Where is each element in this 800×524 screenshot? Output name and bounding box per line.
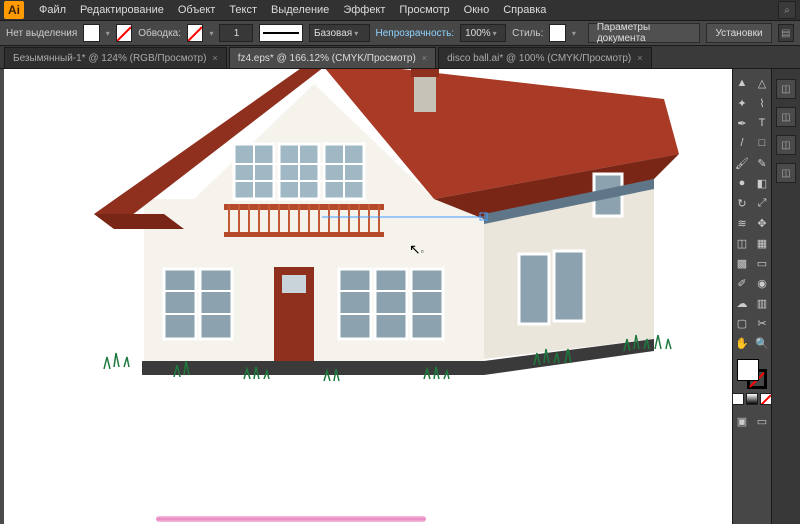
stroke-swatch[interactable] <box>187 24 203 42</box>
stroke-label: Обводка: <box>138 28 181 39</box>
document-tabs: Безымянный-1* @ 124% (RGB/Просмотр)×fz4.… <box>0 46 800 69</box>
menu-Справка[interactable]: Справка <box>496 1 553 19</box>
zoom-tool[interactable]: 🔍 <box>752 333 772 353</box>
menu-bar: Ai ФайлРедактированиеОбъектТекстВыделени… <box>0 0 800 21</box>
change-screen-tool[interactable]: ▭ <box>752 411 772 431</box>
panel-menu-icon[interactable]: ▤ <box>778 24 794 42</box>
app-logo: Ai <box>4 1 24 19</box>
rotate-tool[interactable]: ↻ <box>732 193 752 213</box>
stroke-profile[interactable] <box>259 24 303 42</box>
collapsed-panels: ◫ ◫ ◫ ◫ <box>771 69 800 524</box>
symbol-tool[interactable]: ☁ <box>732 293 752 313</box>
style-swatch[interactable] <box>549 24 565 42</box>
style-dropdown[interactable]: ▾ <box>572 29 576 38</box>
artboard-tool[interactable]: ▢ <box>732 313 752 333</box>
tools-panel: ▲△✦⌇✒T/□🖌✎●◧↻⤢≋✥◫▦▩▭✐◉☁▥▢✂✋🔍▣▭ <box>732 69 771 524</box>
lasso-tool[interactable]: ⌇ <box>752 93 772 113</box>
opacity-label: Непрозрачность: <box>376 28 455 39</box>
direct-select-tool[interactable]: △ <box>752 73 772 93</box>
graph-tool[interactable]: ▥ <box>752 293 772 313</box>
menu-Файл[interactable]: Файл <box>32 1 73 19</box>
magic-wand-tool[interactable]: ✦ <box>732 93 752 113</box>
pink-stripe[interactable] <box>156 516 426 522</box>
pen-tool[interactable]: ✒ <box>732 113 752 133</box>
document-tab[interactable]: fz4.eps* @ 166.12% (CMYK/Просмотр)× <box>229 47 436 68</box>
scale-tool[interactable]: ⤢ <box>752 193 772 213</box>
pink-stripes-artwork[interactable] <box>156 516 426 524</box>
pencil-tool[interactable]: ✎ <box>752 153 772 173</box>
close-icon[interactable]: × <box>212 53 217 63</box>
prefs-button[interactable]: Установки <box>706 23 771 43</box>
blend-tool[interactable]: ◉ <box>752 273 772 293</box>
house-artwork[interactable] <box>64 69 684 409</box>
slice-tool[interactable]: ✂ <box>752 313 772 333</box>
gradient-mode-icon[interactable] <box>746 393 758 405</box>
stroke-weight-input[interactable] <box>219 24 253 42</box>
opacity-input[interactable]: 100%▾ <box>460 24 506 42</box>
document-params-button[interactable]: Параметры документа <box>588 23 701 43</box>
no-selection-label: Нет выделения <box>6 28 77 39</box>
color-panel-icon[interactable]: ◫ <box>776 79 796 99</box>
width-tool[interactable]: ≋ <box>732 213 752 233</box>
artboard[interactable]: ↖▫ <box>4 69 732 524</box>
mesh-tool[interactable]: ▩ <box>732 253 752 273</box>
document-tab[interactable]: disco ball.ai* @ 100% (CMYK/Просмотр)× <box>438 47 651 68</box>
line-tool[interactable]: / <box>732 133 752 153</box>
free-transform-tool[interactable]: ✥ <box>752 213 772 233</box>
none-mode-icon[interactable] <box>760 393 772 405</box>
document-tab[interactable]: Безымянный-1* @ 124% (RGB/Просмотр)× <box>4 47 227 68</box>
menu-Редактирование[interactable]: Редактирование <box>73 1 171 19</box>
options-bar: Нет выделения ▾ Обводка: ▾ Базовая▾ Непр… <box>0 21 800 46</box>
fill-dropdown[interactable]: ▾ <box>106 29 110 38</box>
search-icon[interactable]: ⌕ <box>778 1 796 19</box>
eyedropper-tool[interactable]: ✐ <box>732 273 752 293</box>
fill-box[interactable] <box>737 359 759 381</box>
style-label: Стиль: <box>512 28 543 39</box>
type-tool[interactable]: T <box>752 113 772 133</box>
rectangle-tool[interactable]: □ <box>752 133 772 153</box>
symbols-panel-icon[interactable]: ◫ <box>776 163 796 183</box>
close-icon[interactable]: × <box>422 53 427 63</box>
stroke-style-dropdown[interactable]: Базовая▾ <box>309 24 370 42</box>
select-tool[interactable]: ▲ <box>732 73 752 93</box>
brush-tool[interactable]: 🖌 <box>732 153 752 173</box>
menu-Выделение[interactable]: Выделение <box>264 1 336 19</box>
screen-mode-tool[interactable]: ▣ <box>732 411 752 431</box>
perspective-tool[interactable]: ▦ <box>752 233 772 253</box>
menu-Просмотр[interactable]: Просмотр <box>392 1 456 19</box>
hand-tool[interactable]: ✋ <box>732 333 752 353</box>
brushes-panel-icon[interactable]: ◫ <box>776 135 796 155</box>
eraser-tool[interactable]: ◧ <box>752 173 772 193</box>
blob-brush-tool[interactable]: ● <box>732 173 752 193</box>
menu-Объект[interactable]: Объект <box>171 1 222 19</box>
shape-builder-tool[interactable]: ◫ <box>732 233 752 253</box>
menu-Текст[interactable]: Текст <box>222 1 264 19</box>
close-icon[interactable]: × <box>637 53 642 63</box>
fill-swatch[interactable] <box>83 24 99 42</box>
canvas-area[interactable]: ↖▫ <box>0 69 732 524</box>
swatches-panel-icon[interactable]: ◫ <box>776 107 796 127</box>
menu-Окно[interactable]: Окно <box>457 1 497 19</box>
gradient-tool[interactable]: ▭ <box>752 253 772 273</box>
menu-Эффект[interactable]: Эффект <box>336 1 392 19</box>
stroke-dropdown[interactable]: ▾ <box>209 29 213 38</box>
fill-none-swatch[interactable] <box>116 24 132 42</box>
fill-stroke-control[interactable] <box>737 359 767 389</box>
color-mode-icon[interactable] <box>732 393 744 405</box>
